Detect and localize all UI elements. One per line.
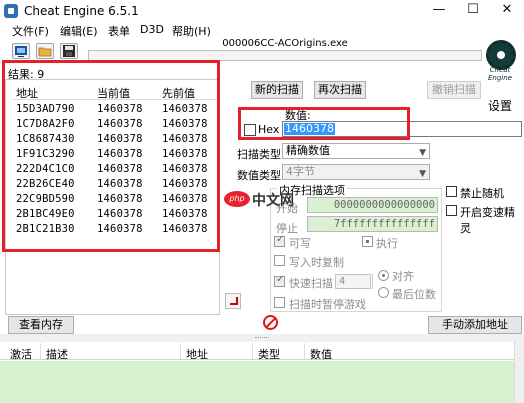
column-divider	[252, 343, 253, 359]
php-logo: php	[224, 191, 250, 207]
stop-address-field[interactable]: 7fffffffffffffff	[307, 216, 438, 232]
menu-table[interactable]: 表单	[108, 23, 130, 39]
value-type-value: 4字节	[286, 165, 315, 178]
align-radio[interactable]	[378, 270, 389, 281]
scan-type-select[interactable]: 精确数值 ▼	[282, 143, 430, 159]
save-icon[interactable]	[60, 43, 78, 59]
copy-on-write-label: 写入时复制	[289, 256, 344, 269]
process-name: 000006CC-ACOrigins.exe	[222, 38, 348, 49]
next-scan-button[interactable]: 再次扫描	[314, 81, 366, 99]
executable-label: 执行	[376, 237, 398, 250]
column-divider	[180, 343, 181, 359]
settings-label[interactable]: 设置	[488, 97, 512, 114]
view-memory-button[interactable]: 查看内存	[8, 316, 74, 334]
speedhack-label: 开启变速精灵	[460, 206, 515, 235]
executable-checkbox[interactable]	[362, 236, 373, 247]
copy-on-write-checkbox[interactable]	[274, 255, 285, 266]
new-scan-button[interactable]: 新的扫描	[251, 81, 303, 99]
fast-scan-label: 快速扫描	[289, 277, 333, 290]
address-list[interactable]	[0, 361, 514, 403]
scan-type-label: 扫描类型	[237, 148, 281, 161]
menu-bar: 文件(F) 编辑(E) 表单 D3D 帮助(H)	[0, 22, 524, 39]
menu-d3d[interactable]: D3D	[140, 23, 164, 36]
col-value[interactable]: 数值	[310, 346, 332, 362]
writable-checkbox[interactable]	[274, 234, 285, 247]
value-type-select[interactable]: 4字节 ▼	[282, 164, 430, 180]
splitter-grip	[255, 337, 269, 339]
cheat-engine-icon	[4, 4, 18, 18]
menu-file[interactable]: 文件(F)	[12, 23, 49, 39]
col-description[interactable]: 描述	[46, 346, 68, 362]
last-digits-radio[interactable]	[378, 287, 389, 298]
add-to-list-arrow-icon[interactable]	[225, 293, 241, 309]
results-highlight-box	[2, 60, 220, 252]
col-active[interactable]: 激活	[10, 346, 32, 362]
title-bar: Cheat Engine 6.5.1 — ☐ ✕	[0, 0, 524, 22]
address-list-scrollbar[interactable]	[514, 342, 524, 403]
close-button[interactable]: ✕	[490, 0, 524, 22]
col-type[interactable]: 类型	[258, 346, 280, 362]
last-digits-label: 最后位数	[392, 288, 436, 301]
maximize-button[interactable]: ☐	[456, 0, 490, 22]
start-address-field[interactable]: 0000000000000000	[307, 197, 438, 213]
fast-scan-checkbox[interactable]	[274, 274, 285, 287]
value-type-label: 数值类型	[237, 169, 281, 182]
add-address-manually-button[interactable]: 手动添加地址	[428, 316, 522, 334]
column-divider	[304, 343, 305, 359]
window-title: Cheat Engine 6.5.1	[24, 4, 139, 18]
menu-help[interactable]: 帮助(H)	[172, 23, 211, 39]
writable-label: 可写	[289, 237, 311, 250]
menu-edit[interactable]: 编辑(E)	[60, 23, 98, 39]
fast-scan-spinner[interactable]	[372, 274, 377, 289]
pause-game-checkbox[interactable]	[274, 297, 285, 308]
chevron-down-icon: ▼	[419, 148, 426, 158]
logo-text: Cheat Engine	[488, 66, 512, 82]
open-file-icon[interactable]	[36, 43, 54, 59]
speedhack-checkbox[interactable]	[446, 205, 457, 216]
minimize-button[interactable]: —	[422, 0, 456, 22]
chevron-down-icon: ▼	[419, 169, 426, 179]
column-divider	[40, 343, 41, 359]
cheat-engine-logo[interactable]: Cheat Engine	[480, 38, 520, 94]
pause-game-label: 扫描时暂停游戏	[289, 298, 366, 311]
col-list-address[interactable]: 地址	[186, 346, 208, 362]
open-process-icon[interactable]	[12, 43, 30, 59]
disable-random-checkbox[interactable]	[446, 186, 457, 197]
watermark-text: 中文网	[252, 193, 294, 209]
disable-random-label: 禁止随机	[460, 187, 504, 200]
scan-type-value: 精确数值	[286, 144, 330, 157]
value-highlight-box	[238, 107, 410, 140]
stop-icon[interactable]	[263, 315, 278, 330]
fast-scan-input[interactable]: 4	[335, 274, 371, 289]
undo-scan-button[interactable]: 撤销扫描	[427, 81, 481, 99]
align-label: 对齐	[392, 270, 414, 283]
site-watermark: php 中文网	[224, 190, 304, 209]
